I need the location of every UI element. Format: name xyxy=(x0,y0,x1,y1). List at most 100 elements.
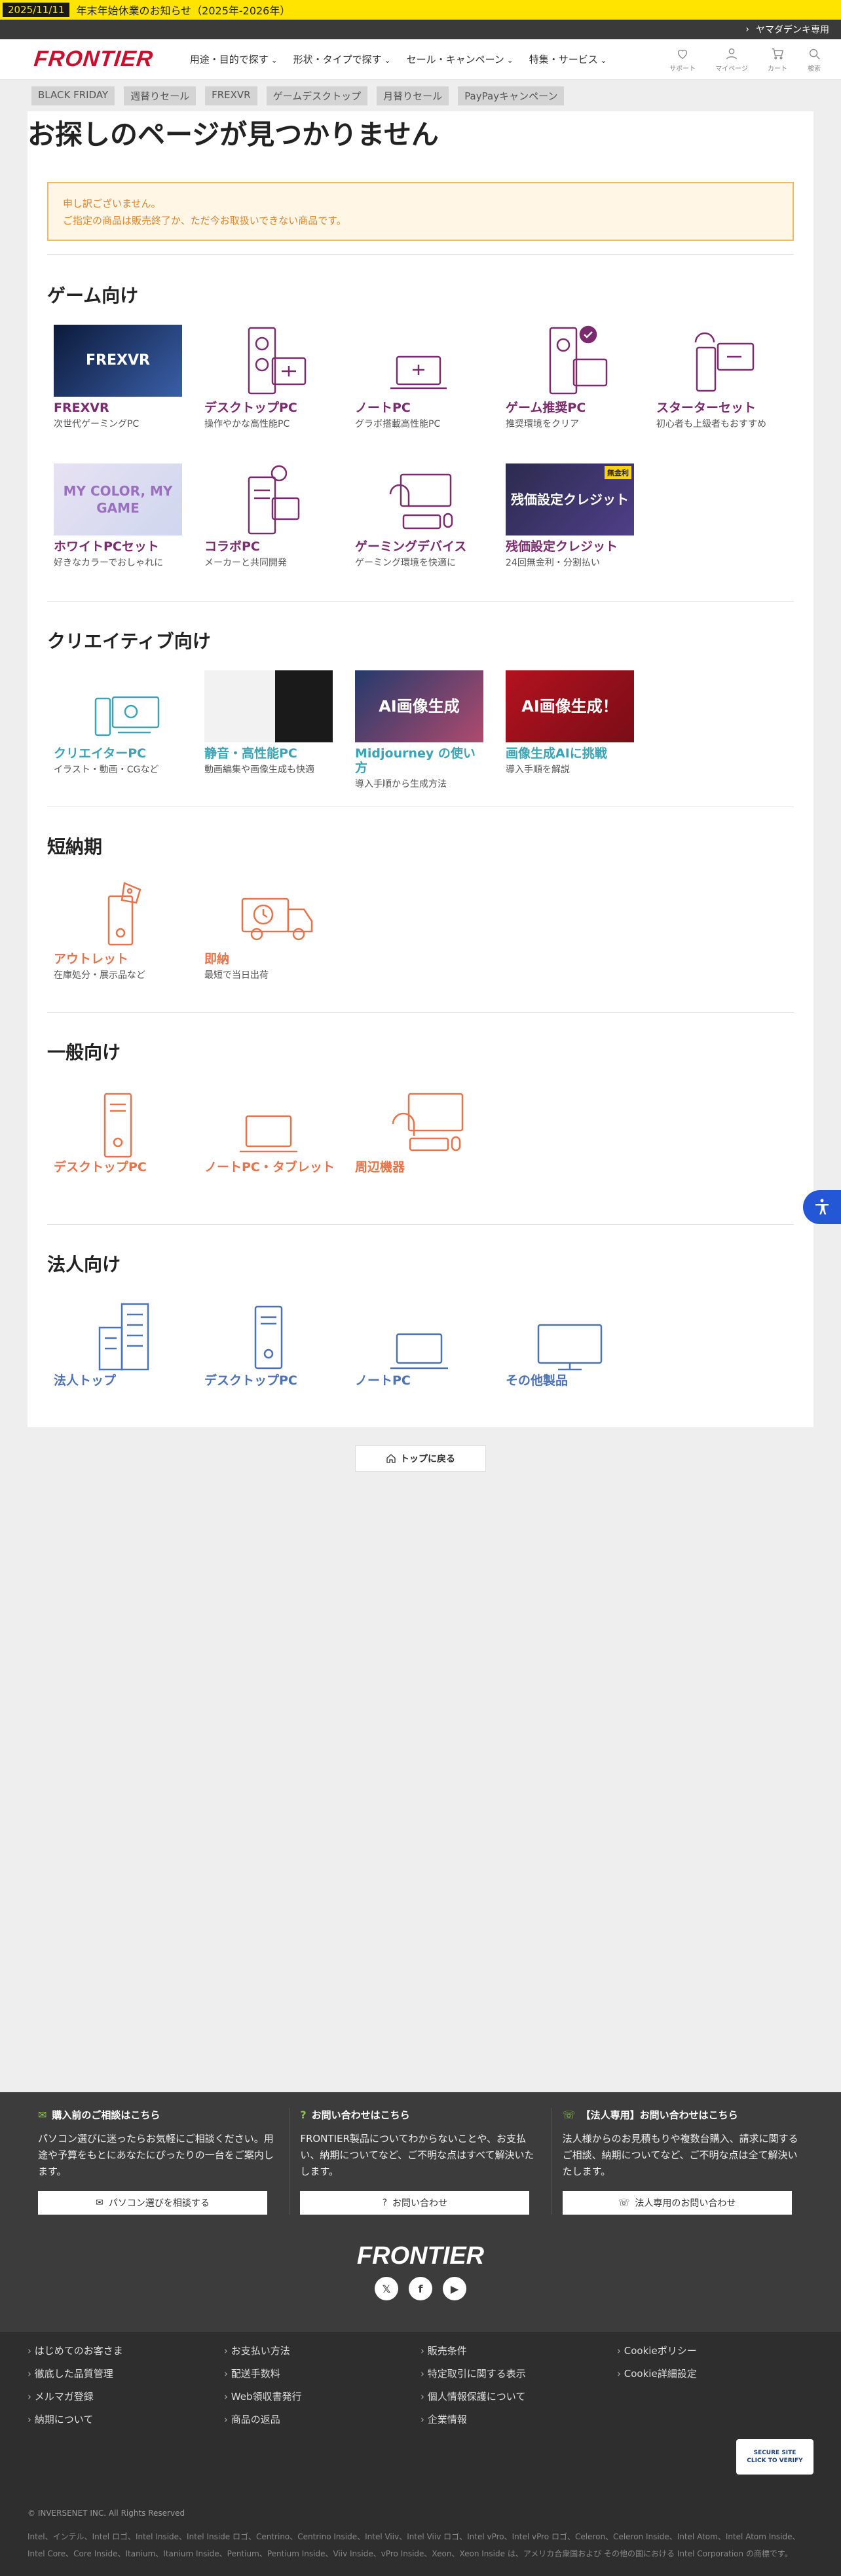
game-item-collab[interactable]: コラボPC メーカーと共同開発 xyxy=(204,463,335,569)
tag-weekly-sale[interactable]: 週替りセール xyxy=(124,86,196,105)
item-sub: 導入手順を解説 xyxy=(506,765,570,775)
legal-notice: Intel、インテル、Intel ロゴ、Intel Inside、Intel I… xyxy=(28,2532,800,2558)
media xyxy=(54,1093,182,1158)
announcement-text[interactable]: 年末年始休業のお知らせ（2025年-2026年） xyxy=(76,2,290,18)
item-name: ノートPC・タブレット xyxy=(204,1160,335,1174)
contact-title: 購入前のご相談はこちら xyxy=(52,2109,160,2121)
item-name: スターターセット xyxy=(656,401,757,415)
announcement-date: 2025/11/11 xyxy=(3,3,70,17)
media xyxy=(355,1304,483,1370)
yamada-link[interactable]: ヤマダデンキ専用 xyxy=(756,23,829,36)
game-item-desktop[interactable]: デスクトップPC 操作やかな高性能PC xyxy=(204,325,335,430)
secure-site-seal[interactable]: SECURE SITE CLICK TO VERIFY xyxy=(736,2439,813,2475)
business-item-other[interactable]: その他製品 xyxy=(506,1304,637,1388)
footer-link[interactable]: 企業情報 xyxy=(421,2412,617,2426)
general-item-peripherals[interactable]: 周辺機器 xyxy=(355,1093,486,1174)
game-item-recommended[interactable]: ゲーム推奨PC 推奨環境をクリア xyxy=(506,325,637,430)
util-nav: サポート マイページ カート 検索 xyxy=(669,46,821,73)
x-icon[interactable]: 𝕏 xyxy=(375,2277,398,2300)
phone-icon: ☏ xyxy=(562,2109,576,2121)
section-title-creative: クリエイティブ向け xyxy=(47,630,211,652)
divider xyxy=(47,1012,794,1013)
tag-monthly-sale[interactable]: 月替りセール xyxy=(377,86,449,105)
accessibility-icon xyxy=(815,1199,829,1215)
footer-link[interactable]: 配送手数料 xyxy=(224,2367,421,2380)
footer-link[interactable]: 徹底した品質管理 xyxy=(28,2367,224,2380)
business-inquiry-button[interactable]: ☏ 法人専用のお問い合わせ xyxy=(562,2191,792,2215)
youtube-icon[interactable]: ▶ xyxy=(443,2277,466,2300)
notice-line2: ご指定の商品は販売終了か、ただ今お取扱いできない商品です。 xyxy=(63,215,346,227)
creative-item-silent[interactable]: 静音・高性能PC 動画編集や画像生成も快適 xyxy=(204,670,335,776)
footer-logo[interactable]: FRONTIER xyxy=(0,2242,841,2270)
game-item-notebook[interactable]: ノートPC グラボ搭載高性能PC xyxy=(355,325,486,430)
consult-button[interactable]: ✉ パソコン選びを相談する xyxy=(38,2191,267,2215)
business-item-top[interactable]: 法人トップ xyxy=(54,1303,185,1388)
contact-title: 【法人専用】お問い合わせはこちら xyxy=(580,2109,738,2121)
nav-purpose[interactable]: 用途・目的で探す xyxy=(190,52,278,66)
creative-item-ai[interactable]: AI画像生成！ 画像生成AIに挑戦 導入手順を解説 xyxy=(506,670,637,776)
quick-item-outlet[interactable]: アウトレット 在庫処分・展示品など xyxy=(54,876,185,981)
tag-paypay[interactable]: PayPayキャンペーン xyxy=(458,86,565,105)
footer-link[interactable]: Cookie詳細設定 xyxy=(617,2367,813,2380)
item-name: デスクトップPC xyxy=(204,1373,297,1388)
footer-link[interactable]: Web領収書発行 xyxy=(224,2389,421,2403)
support-link[interactable]: サポート xyxy=(669,46,696,73)
game-item-credit[interactable]: 残価設定クレジット 無金利 残価設定クレジット 24回無金利・分割払い xyxy=(506,463,637,569)
announcement-bar[interactable]: 2025/11/11 年末年始休業のお知らせ（2025年-2026年） xyxy=(0,0,841,20)
seal-text: SECURE SITE xyxy=(753,2450,796,2456)
footer-link[interactable]: Cookieポリシー xyxy=(617,2344,813,2357)
nav-sale[interactable]: セール・キャンペーン xyxy=(407,52,514,66)
question-icon: ? xyxy=(382,2198,388,2208)
site-logo[interactable]: FRONTIER xyxy=(33,46,155,72)
tag-black-friday[interactable]: BLACK FRIDAY xyxy=(31,86,115,105)
footer-link[interactable]: 販売条件 xyxy=(421,2344,617,2357)
business-inquiry-label: 法人専用のお問い合わせ xyxy=(635,2198,736,2209)
item-sub: 24回無金利・分割払い xyxy=(506,558,600,568)
cart-link[interactable]: カート xyxy=(768,46,787,73)
footer-link[interactable]: メルマガ登録 xyxy=(28,2389,224,2403)
game-item-starter[interactable]: スターターセット 初心者も上級者もおすすめ xyxy=(656,325,787,430)
item-name: 静音・高性能PC xyxy=(204,746,297,761)
ai-banner: AI画像生成！ xyxy=(506,670,634,742)
section-title-quick: 短納期 xyxy=(47,836,103,858)
heart-icon xyxy=(678,49,688,59)
creative-item-creator[interactable]: クリエイターPC イラスト・動画・CGなど xyxy=(54,670,185,776)
desktop-tower-icon xyxy=(254,1305,283,1370)
footer-link[interactable]: 商品の返品 xyxy=(224,2412,421,2426)
item-name: 残価設定クレジット xyxy=(506,539,618,554)
facebook-icon[interactable]: f xyxy=(409,2277,432,2300)
creative-item-midjourney[interactable]: AI画像生成 Midjourney の使い方 導入手順から生成方法 xyxy=(355,670,486,790)
accessibility-button[interactable] xyxy=(803,1190,841,1224)
footer-link[interactable]: 特定取引に関する表示 xyxy=(421,2367,617,2380)
copyright: © INVERSENET INC. All Rights Reserved xyxy=(28,2509,185,2518)
media xyxy=(355,325,483,397)
back-to-top-button[interactable]: トップに戻る xyxy=(355,1445,486,1472)
tag-frexvr[interactable]: FREXVR xyxy=(205,86,257,105)
white-banner-text: MY COLOR, MY GAME xyxy=(63,483,173,516)
frexvr-banner: FREXVR xyxy=(54,325,182,397)
question-icon: ? xyxy=(300,2109,307,2121)
media xyxy=(54,1303,182,1371)
tag-game-desktop[interactable]: ゲームデスクトップ xyxy=(266,86,368,105)
game-item-white[interactable]: MY COLOR, MY GAME ホワイトPCセット 好きなカラーでおしゃれに xyxy=(54,463,185,569)
business-item-desktop[interactable]: デスクトップPC xyxy=(204,1304,335,1388)
credit-banner: 残価設定クレジット 無金利 xyxy=(506,463,634,535)
item-sub: 導入手順から生成方法 xyxy=(355,779,447,789)
game-item-devices[interactable]: ゲーミングデバイス ゲーミング環境を快適に xyxy=(355,463,486,569)
footer-link[interactable]: はじめてのお客さま xyxy=(28,2344,224,2357)
nav-feature[interactable]: 特集・サービス xyxy=(529,52,607,66)
quick-item-instant[interactable]: 即納 最短で当日出荷 xyxy=(204,876,335,981)
mypage-link[interactable]: マイページ xyxy=(715,46,748,73)
footer-link[interactable]: お支払い方法 xyxy=(224,2344,421,2357)
general-item-notebook[interactable]: ノートPC・タブレット xyxy=(204,1095,335,1174)
game-item-frexvr[interactable]: FREXVR FREXVR 次世代ゲーミングPC xyxy=(54,325,185,430)
search-link[interactable]: 検索 xyxy=(807,46,821,73)
nav-type[interactable]: 形状・タイプで探す xyxy=(293,52,391,66)
section-title-game: ゲーム向け xyxy=(47,285,139,306)
business-item-notebook[interactable]: ノートPC xyxy=(355,1304,486,1388)
footer-link[interactable]: 納期について xyxy=(28,2412,224,2426)
general-item-desktop[interactable]: デスクトップPC xyxy=(54,1093,185,1174)
inquiry-button[interactable]: ? お問い合わせ xyxy=(300,2191,530,2215)
footer-link[interactable]: 個人情報保護について xyxy=(421,2389,617,2403)
divider xyxy=(47,254,794,255)
